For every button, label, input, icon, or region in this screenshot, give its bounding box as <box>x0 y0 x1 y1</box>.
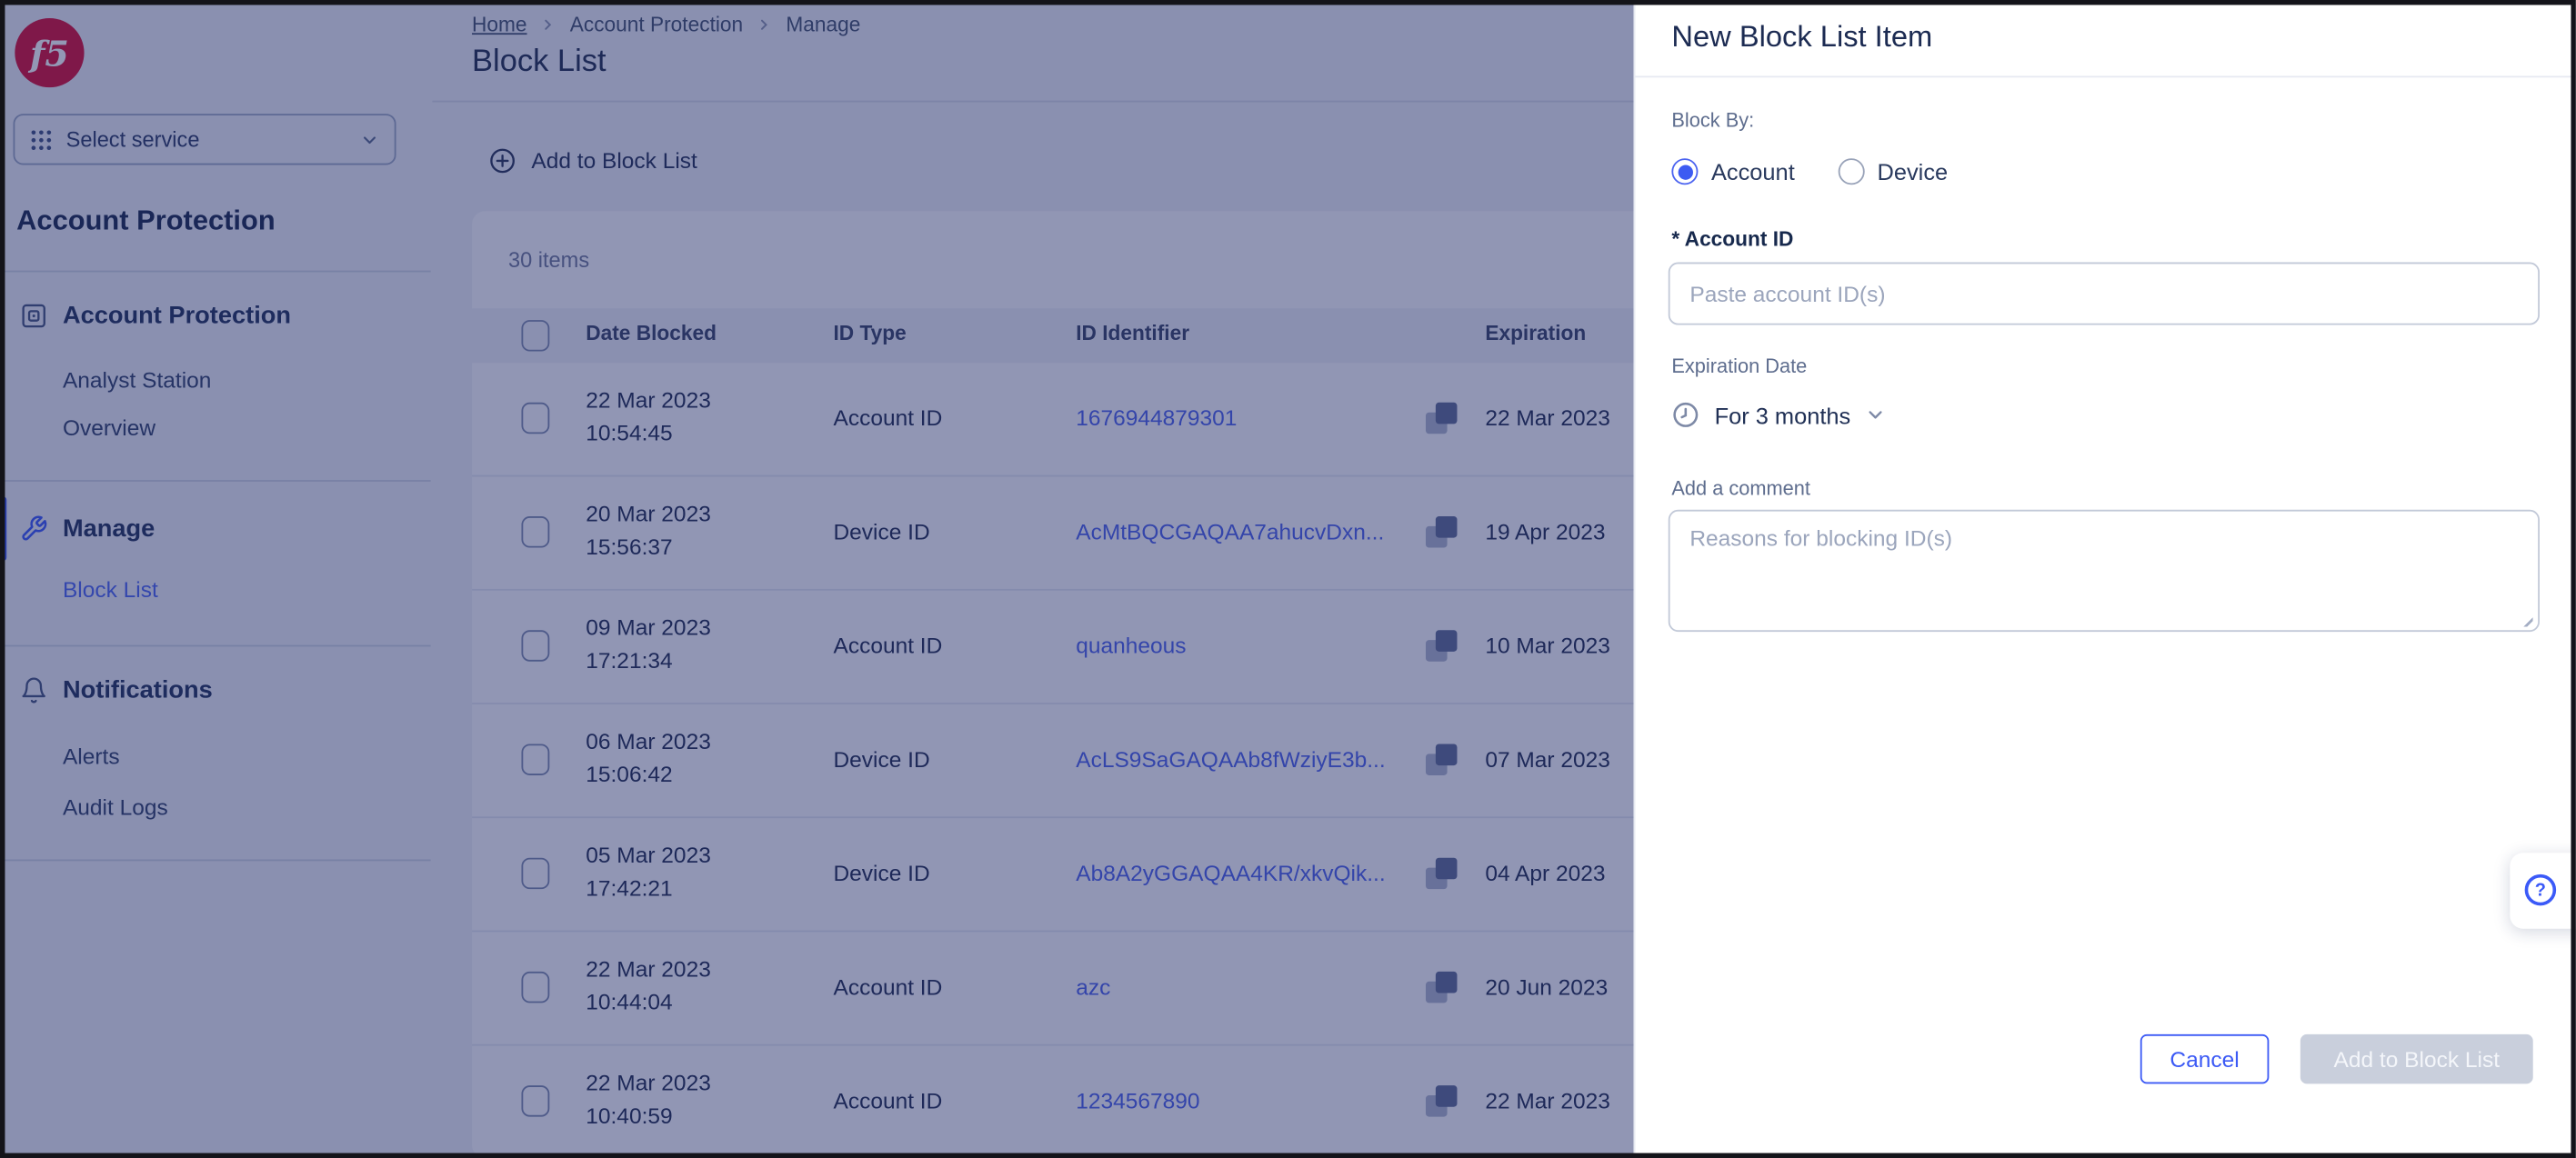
radio-device[interactable]: Device <box>1838 158 1948 185</box>
block-by-radio-group: Account Device <box>1671 158 1948 185</box>
radio-account-label: Account <box>1711 158 1795 185</box>
account-id-input[interactable] <box>1669 263 2540 325</box>
comment-label: Add a comment <box>1671 476 1810 499</box>
expiration-date-label: Expiration Date <box>1671 354 1807 377</box>
clock-icon <box>1671 401 1699 429</box>
submit-add-to-block-list-button[interactable]: Add to Block List <box>2300 1034 2533 1083</box>
expiration-value: For 3 months <box>1715 402 1851 428</box>
chevron-down-icon <box>1866 404 1888 426</box>
app-window: f5 Select service Account Protection Acc… <box>0 0 2576 1158</box>
expiration-date-dropdown[interactable]: For 3 months <box>1671 401 1887 429</box>
block-by-label: Block By: <box>1671 109 1754 132</box>
panel-title: New Block List Item <box>1671 20 1932 55</box>
radio-unselected-icon[interactable] <box>1838 158 1864 185</box>
comment-textarea[interactable] <box>1669 510 2540 632</box>
help-button[interactable]: ? <box>2510 853 2576 928</box>
radio-device-label: Device <box>1878 158 1949 185</box>
radio-account[interactable]: Account <box>1671 158 1794 185</box>
panel-title-divider <box>1635 75 2575 77</box>
modal-dim-overlay <box>0 0 1634 1158</box>
radio-selected-icon[interactable] <box>1671 158 1698 185</box>
account-id-label: * Account ID <box>1671 227 1793 250</box>
new-block-list-item-panel: New Block List Item Block By: Account De… <box>1634 0 2576 1158</box>
question-mark-icon: ? <box>2525 874 2556 905</box>
screenshot-root: f5 Select service Account Protection Acc… <box>0 0 2576 1158</box>
cancel-button[interactable]: Cancel <box>2140 1034 2270 1083</box>
